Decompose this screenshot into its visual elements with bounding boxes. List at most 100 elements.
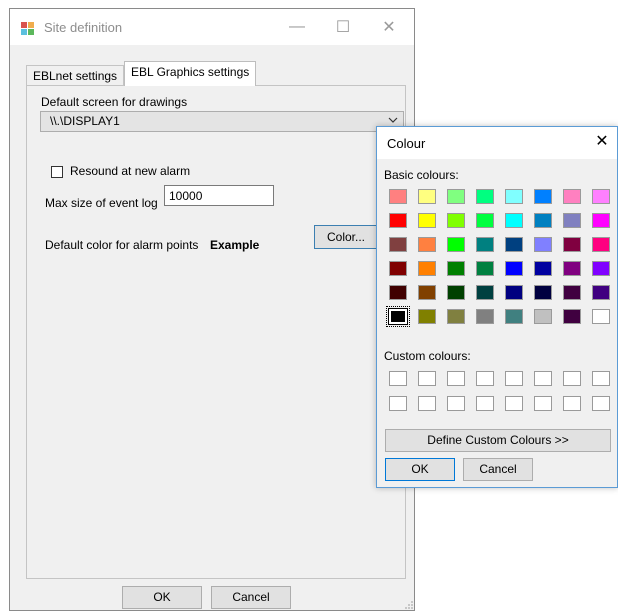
basic-colour-swatch[interactable] (389, 261, 407, 276)
basic-colour-swatch[interactable] (592, 237, 610, 252)
close-button[interactable]: ✕ (366, 9, 412, 45)
basic-colour-swatch[interactable] (447, 261, 465, 276)
custom-colour-swatch[interactable] (418, 396, 436, 411)
basic-colour-swatch[interactable] (418, 189, 436, 204)
basic-colour-swatch[interactable] (505, 189, 523, 204)
maximize-button[interactable]: ☐ (320, 9, 366, 45)
close-icon: ✕ (382, 19, 396, 36)
basic-colour-swatch[interactable] (505, 285, 523, 300)
basic-colour-swatch[interactable] (418, 261, 436, 276)
basic-colour-swatch[interactable] (386, 306, 410, 327)
tab-panel (26, 85, 406, 579)
basic-colour-swatch[interactable] (476, 261, 494, 276)
basic-colour-swatch[interactable] (563, 237, 581, 252)
custom-colours-label: Custom colours: (384, 349, 471, 363)
ok-button[interactable]: OK (122, 586, 202, 609)
basic-colour-swatch[interactable] (534, 285, 552, 300)
resound-label: Resound at new alarm (70, 164, 191, 178)
custom-colour-swatch[interactable] (505, 396, 523, 411)
custom-colour-swatch[interactable] (505, 371, 523, 386)
basic-colour-swatch[interactable] (447, 309, 465, 324)
basic-colour-swatch[interactable] (505, 237, 523, 252)
basic-colour-swatch[interactable] (563, 261, 581, 276)
cancel-button[interactable]: Cancel (211, 586, 291, 609)
basic-colour-swatch[interactable] (476, 285, 494, 300)
basic-colour-swatch[interactable] (418, 213, 436, 228)
default-screen-label: Default screen for drawings (41, 95, 188, 109)
basic-colour-swatch[interactable] (447, 213, 465, 228)
basic-colour-swatch[interactable] (505, 213, 523, 228)
minimize-icon: — (289, 18, 305, 35)
color-button[interactable]: Color... (314, 225, 378, 249)
basic-colour-swatch[interactable] (592, 285, 610, 300)
basic-colours-label: Basic colours: (384, 168, 459, 182)
colour-close-button[interactable]: ✕ (591, 131, 613, 153)
basic-colour-swatch[interactable] (592, 213, 610, 228)
basic-colour-swatch[interactable] (389, 285, 407, 300)
basic-colour-swatch[interactable] (389, 213, 407, 228)
basic-colour-swatch[interactable] (592, 309, 610, 324)
resound-checkbox[interactable] (51, 166, 63, 178)
max-log-input[interactable] (164, 185, 274, 206)
chevron-down-icon (388, 117, 398, 123)
basic-colour-swatch[interactable] (505, 261, 523, 276)
custom-colour-swatch[interactable] (447, 371, 465, 386)
basic-colour-swatch[interactable] (534, 309, 552, 324)
basic-colour-swatch[interactable] (418, 237, 436, 252)
custom-colour-swatch[interactable] (476, 371, 494, 386)
colour-ok-button[interactable]: OK (385, 458, 455, 481)
custom-colour-swatch[interactable] (389, 396, 407, 411)
basic-colour-swatch[interactable] (534, 213, 552, 228)
custom-colour-swatch[interactable] (592, 396, 610, 411)
custom-colour-swatch[interactable] (476, 396, 494, 411)
basic-colour-swatch[interactable] (476, 309, 494, 324)
close-icon: ✕ (595, 133, 609, 150)
basic-colour-swatch[interactable] (447, 189, 465, 204)
basic-colour-swatch[interactable] (476, 237, 494, 252)
custom-colour-swatch[interactable] (534, 371, 552, 386)
basic-colour-swatch[interactable] (563, 213, 581, 228)
max-log-label: Max size of event log (45, 196, 158, 210)
tab-ebl-graphics-settings[interactable]: EBL Graphics settings (124, 61, 257, 86)
basic-colour-swatch[interactable] (534, 189, 552, 204)
alarm-color-label: Default color for alarm points (45, 238, 199, 252)
colour-dialog: Colour ✕ Basic colours: Custom colours: … (376, 126, 618, 488)
basic-colour-swatch[interactable] (447, 285, 465, 300)
basic-colour-swatch[interactable] (563, 189, 581, 204)
basic-colour-swatch[interactable] (505, 309, 523, 324)
title-bar[interactable]: Site definition — ☐ ✕ (10, 9, 414, 45)
resize-grip-icon[interactable] (404, 600, 414, 610)
basic-colour-swatch[interactable] (476, 213, 494, 228)
custom-colour-swatch[interactable] (563, 371, 581, 386)
site-definition-window: Site definition — ☐ ✕ EBLnet settings EB… (9, 8, 415, 611)
basic-colour-swatch[interactable] (592, 189, 610, 204)
basic-colour-swatch[interactable] (592, 261, 610, 276)
basic-colour-swatch[interactable] (534, 237, 552, 252)
default-screen-value: \\.\DISPLAY1 (50, 114, 120, 128)
basic-colour-swatch[interactable] (563, 309, 581, 324)
colour-title-bar[interactable]: Colour ✕ (377, 127, 617, 159)
maximize-icon: ☐ (335, 19, 351, 36)
custom-colour-swatch[interactable] (534, 396, 552, 411)
basic-colour-swatch[interactable] (476, 189, 494, 204)
basic-colour-swatch[interactable] (447, 237, 465, 252)
custom-colour-swatch[interactable] (418, 371, 436, 386)
default-screen-select[interactable]: \\.\DISPLAY1 (40, 111, 404, 132)
window-title: Site definition (44, 20, 123, 35)
basic-colour-swatch[interactable] (418, 309, 436, 324)
custom-colour-swatch[interactable] (447, 396, 465, 411)
basic-colour-swatch[interactable] (563, 285, 581, 300)
custom-colour-swatch[interactable] (389, 371, 407, 386)
basic-colour-swatch[interactable] (418, 285, 436, 300)
custom-colour-swatch[interactable] (592, 371, 610, 386)
tab-eblnet-settings[interactable]: EBLnet settings (26, 65, 125, 85)
basic-colour-swatch[interactable] (389, 237, 407, 252)
app-icon (21, 22, 34, 35)
define-custom-colours-button[interactable]: Define Custom Colours >> (385, 429, 611, 452)
basic-colour-swatch[interactable] (534, 261, 552, 276)
basic-colour-swatch[interactable] (389, 189, 407, 204)
custom-colour-swatch[interactable] (563, 396, 581, 411)
colour-cancel-button[interactable]: Cancel (463, 458, 533, 481)
example-text: Example (210, 238, 260, 252)
minimize-button[interactable]: — (274, 9, 320, 45)
